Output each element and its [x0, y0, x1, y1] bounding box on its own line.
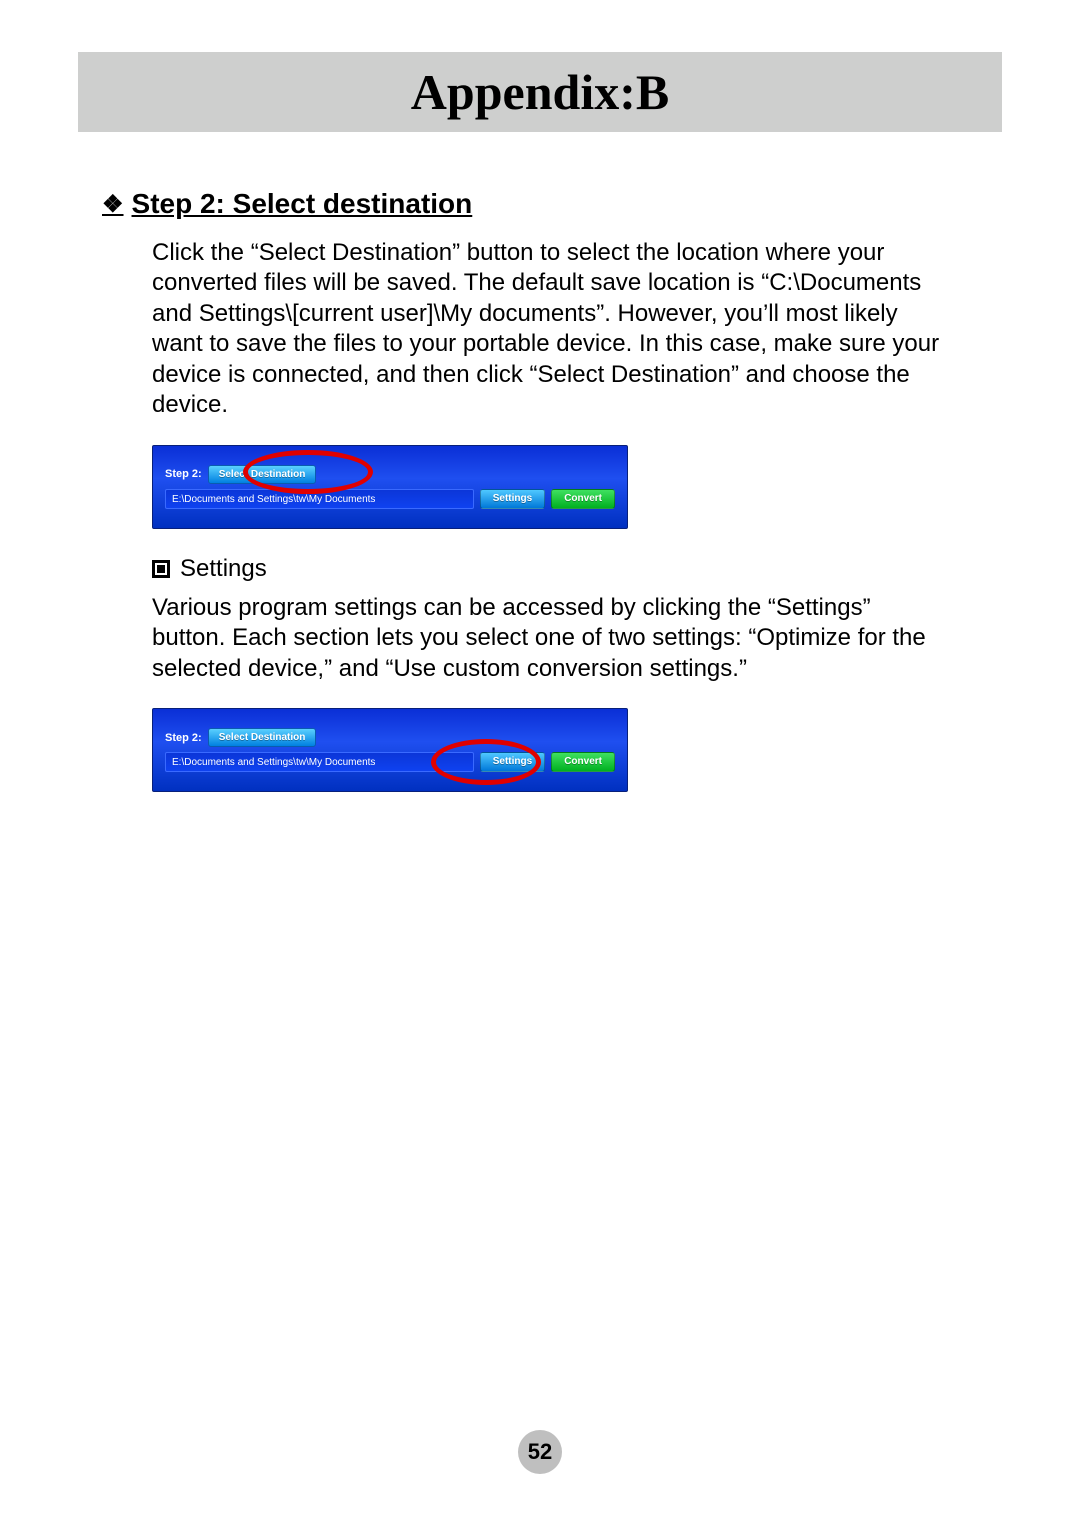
diamond-icon: ❖ — [102, 190, 124, 219]
figure-inner: Step 2: Select Destination E:\Documents … — [159, 715, 621, 785]
step-label: Step 2: — [165, 732, 202, 744]
select-destination-button[interactable]: Select Destination — [208, 728, 317, 747]
settings-button[interactable]: Settings — [480, 752, 545, 772]
section1-body: Click the “Select Destination” button to… — [78, 238, 1002, 421]
convert-button[interactable]: Convert — [551, 752, 615, 772]
figure-row-top: Step 2: Select Destination — [159, 728, 621, 747]
subsection-heading-text: Settings — [180, 555, 267, 583]
figure-row-top: Step 2: Select Destination — [159, 465, 621, 484]
subsection-heading-settings: Settings — [78, 555, 1002, 583]
page-number: 52 — [528, 1439, 552, 1465]
figure-step2-select-destination: Step 2: Select Destination E:\Documents … — [152, 445, 628, 529]
figure-inner: Step 2: Select Destination E:\Documents … — [159, 452, 621, 522]
document-page: Appendix:B ❖ Step 2: Select destination … — [0, 0, 1080, 1522]
section2-body: Various program settings can be accessed… — [78, 593, 1002, 684]
page-number-badge: 52 — [518, 1430, 562, 1474]
section-heading-step2: ❖ Step 2: Select destination — [78, 188, 1002, 220]
figure-row-bottom: E:\Documents and Settings\tw\My Document… — [159, 752, 621, 772]
destination-path-field[interactable]: E:\Documents and Settings\tw\My Document… — [165, 752, 474, 772]
figure-row-bottom: E:\Documents and Settings\tw\My Document… — [159, 489, 621, 509]
appendix-title: Appendix:B — [411, 63, 669, 121]
select-destination-button[interactable]: Select Destination — [208, 465, 317, 484]
appendix-banner: Appendix:B — [78, 52, 1002, 132]
square-bullet-icon — [152, 560, 170, 578]
settings-button[interactable]: Settings — [480, 489, 545, 509]
step-label: Step 2: — [165, 468, 202, 480]
destination-path-field[interactable]: E:\Documents and Settings\tw\My Document… — [165, 489, 474, 509]
convert-button[interactable]: Convert — [551, 489, 615, 509]
figure-step2-settings: Step 2: Select Destination E:\Documents … — [152, 708, 628, 792]
section-heading-text: Step 2: Select destination — [132, 188, 473, 220]
